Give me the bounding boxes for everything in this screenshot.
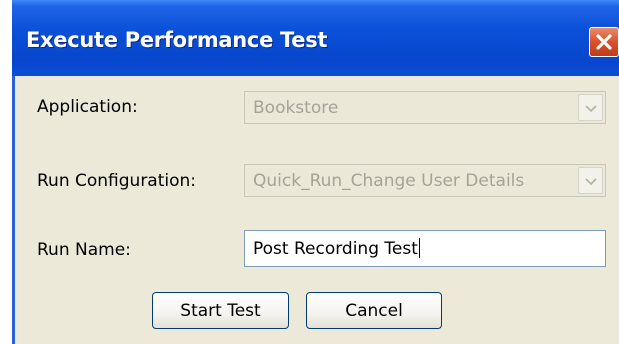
application-dropdown[interactable]: Bookstore [244,91,606,124]
run-name-input[interactable]: Post Recording Test [244,230,606,267]
run-name-value: Post Recording Test [253,238,420,259]
cancel-button[interactable]: Cancel [306,292,442,329]
chevron-down-icon [584,98,597,117]
close-button[interactable] [589,27,619,57]
run-configuration-dropdown-button[interactable] [578,167,603,194]
run-configuration-label: Run Configuration: [37,171,197,191]
run-name-label: Run Name: [37,240,131,260]
close-icon [595,33,613,51]
execute-performance-test-dialog: Execute Performance Test Application: Bo… [12,0,619,344]
start-test-button[interactable]: Start Test [152,292,289,329]
text-caret [418,238,420,258]
dialog-title: Execute Performance Test [26,28,328,52]
run-configuration-value: Quick_Run_Change User Details [253,171,525,191]
application-label: Application: [37,97,138,117]
application-value: Bookstore [253,98,339,118]
chevron-down-icon [584,171,597,190]
application-dropdown-button[interactable] [578,94,603,121]
dialog-title-bar[interactable]: Execute Performance Test [12,0,619,76]
run-configuration-dropdown[interactable]: Quick_Run_Change User Details [244,164,606,197]
